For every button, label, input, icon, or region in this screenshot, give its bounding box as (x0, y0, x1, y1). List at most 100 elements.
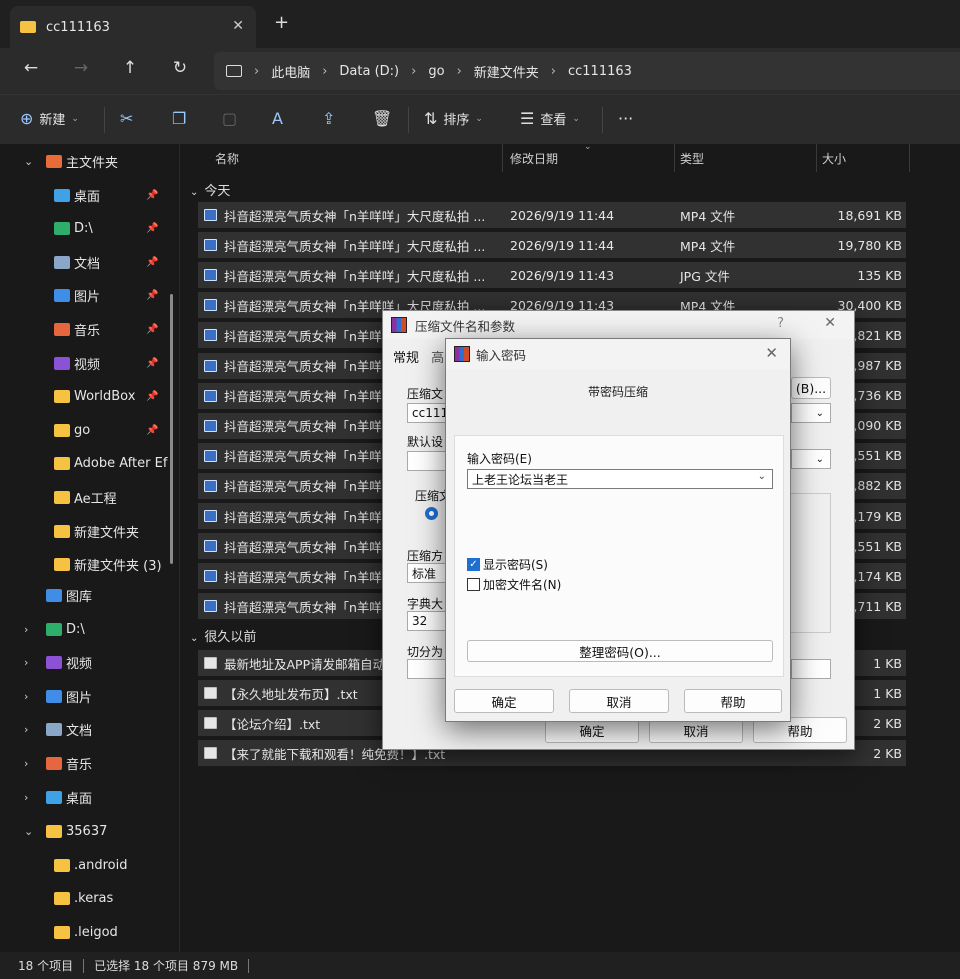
pin-icon[interactable]: 📌 (146, 358, 158, 369)
sidebar-tree-item[interactable]: › 视频 (0, 648, 175, 678)
sort-button[interactable]: ⇅ 排序 ⌄ (424, 109, 483, 128)
column-header-name[interactable]: 名称 (215, 144, 239, 172)
format-radio[interactable] (425, 507, 438, 520)
column-divider[interactable] (674, 144, 675, 172)
rename-button[interactable]: A (272, 109, 289, 128)
browse-button[interactable]: (B)... (791, 377, 831, 399)
chevron-right-icon[interactable]: › (457, 64, 462, 79)
paste-button[interactable]: ▢ (222, 109, 243, 128)
encrypt-filenames-checkbox[interactable]: 加密文件名(N) (467, 576, 561, 593)
sidebar-item[interactable]: 视频 📌 (0, 348, 175, 378)
sidebar-item[interactable]: 桌面 📌 (0, 180, 175, 210)
more-button[interactable]: ··· (618, 109, 633, 128)
sidebar-item[interactable]: WorldBox 📌 (0, 382, 175, 412)
sidebar-scrollbar[interactable] (170, 294, 173, 564)
new-tab-button[interactable]: + (274, 12, 289, 33)
column-divider[interactable] (909, 144, 910, 172)
breadcrumb-new-folder[interactable]: 新建文件夹 (474, 62, 539, 81)
breadcrumb-data-d[interactable]: Data (D:) (339, 64, 399, 79)
column-divider[interactable] (816, 144, 817, 172)
pin-icon[interactable]: 📌 (146, 223, 158, 234)
pin-icon[interactable]: 📌 (146, 257, 158, 268)
tab-advanced[interactable]: 高 (431, 351, 444, 366)
chevron-down-icon[interactable]: ⌄ (24, 825, 33, 838)
chevron-right-icon[interactable]: › (24, 656, 28, 669)
column-header-size[interactable]: 大小 (822, 144, 846, 172)
cut-button[interactable]: ✂ (120, 109, 139, 128)
pin-icon[interactable]: 📌 (146, 391, 158, 402)
sidebar-item-user-folder[interactable]: ⌄ 35637 (0, 816, 175, 846)
delete-button[interactable]: 🗑 (372, 109, 398, 128)
new-button[interactable]: ⊕ 新建 ⌄ (20, 109, 79, 128)
column-header-date[interactable]: 修改日期 (510, 144, 558, 172)
chevron-right-icon[interactable]: › (24, 791, 28, 804)
password-input[interactable]: 上老王论坛当老王 ⌄ (467, 469, 773, 489)
address-bar[interactable]: › 此电脑 › Data (D:) › go › 新建文件夹 › cc11116… (214, 52, 960, 90)
sidebar-tree-item[interactable]: › 文档 (0, 715, 175, 745)
file-row[interactable]: 抖音超漂亮气质女神「n羊咩咩」大尺度私拍 ... 2026/9/19 11:44 M… (198, 232, 906, 259)
breadcrumb-this-pc[interactable]: 此电脑 (271, 62, 310, 81)
tab-general[interactable]: 常规 (393, 351, 419, 366)
share-button[interactable]: ⇪ (322, 109, 341, 128)
sidebar-tree-item[interactable]: › 图片 (0, 681, 175, 711)
organize-passwords-button[interactable]: 整理密码(O)... (467, 640, 773, 662)
chevron-down-icon[interactable]: ⌄ (758, 471, 766, 482)
chevron-right-icon[interactable]: › (24, 690, 28, 703)
sidebar-item[interactable]: go 📌 (0, 415, 175, 445)
sidebar-item[interactable]: D:\ 📌 (0, 214, 175, 244)
close-icon[interactable]: ✕ (765, 344, 778, 362)
pin-icon[interactable]: 📌 (146, 425, 158, 436)
sidebar-item[interactable]: Adobe After Ef (0, 449, 175, 479)
pin-icon[interactable]: 📌 (146, 290, 158, 301)
sidebar-tree-item[interactable]: › 桌面 (0, 782, 175, 812)
chevron-right-icon[interactable]: › (322, 64, 327, 79)
up-icon[interactable]: ↑ (117, 58, 143, 78)
cancel-button[interactable]: 取消 (569, 689, 669, 713)
breadcrumb-go[interactable]: go (428, 64, 444, 79)
show-password-checkbox[interactable]: ✓ 显示密码(S) (467, 556, 548, 573)
sidebar-tree-item[interactable]: .leigod (0, 917, 175, 947)
chevron-right-icon[interactable]: › (24, 757, 28, 770)
pin-icon[interactable]: 📌 (146, 190, 158, 201)
sidebar-item[interactable]: Ae工程 (0, 482, 175, 512)
column-header-type[interactable]: 类型 (680, 144, 704, 172)
ok-button[interactable]: 确定 (454, 689, 554, 713)
forward-icon[interactable]: → (68, 58, 94, 78)
update-mode-dropdown[interactable]: ⌄ (791, 449, 831, 469)
help-button[interactable]: 帮助 (684, 689, 782, 713)
split-volumes-unit[interactable] (791, 659, 831, 679)
chevron-right-icon[interactable]: › (24, 623, 28, 636)
sidebar-item[interactable]: 文档 📌 (0, 247, 175, 277)
group-header-older[interactable]: ⌄ 很久以前 (190, 626, 256, 645)
copy-button[interactable]: ❐ (172, 109, 192, 128)
column-divider[interactable] (502, 144, 503, 172)
sidebar-item[interactable]: 新建文件夹 (3) (0, 550, 175, 580)
back-icon[interactable]: ← (18, 58, 44, 78)
close-tab-icon[interactable]: ✕ (232, 18, 244, 34)
group-header-today[interactable]: ⌄ 今天 (190, 180, 230, 199)
chevron-right-icon[interactable]: › (551, 64, 556, 79)
chevron-right-icon[interactable]: › (411, 64, 416, 79)
file-row[interactable]: 抖音超漂亮气质女神「n羊咩咩」大尺度私拍 ... 2026/9/19 11:44 M… (198, 202, 906, 228)
sidebar-tree-item[interactable]: › 音乐 (0, 748, 175, 778)
archive-name-dropdown[interactable]: ⌄ (791, 403, 831, 423)
breadcrumb-cc111163[interactable]: cc111163 (568, 64, 632, 79)
chevron-right-icon[interactable]: › (24, 723, 28, 736)
sidebar-tree-item[interactable]: .keras (0, 884, 175, 914)
sidebar-item[interactable]: 音乐 📌 (0, 314, 175, 344)
sidebar-item[interactable]: 图片 📌 (0, 281, 175, 311)
refresh-icon[interactable]: ↻ (167, 58, 193, 78)
file-row[interactable]: 抖音超漂亮气质女神「n羊咩咩」大尺度私拍 ... 2026/9/19 11:43 J… (198, 262, 906, 289)
sidebar-item-gallery[interactable]: 图库 (0, 580, 175, 610)
sidebar-tree-item[interactable]: › D:\ (0, 614, 175, 644)
chevron-down-icon[interactable]: ⌄ (24, 155, 33, 168)
sidebar-tree-item[interactable]: .android (0, 850, 175, 880)
sidebar-item-home[interactable]: ⌄ 主文件夹 (0, 146, 175, 176)
help-icon[interactable]: ? (777, 316, 784, 331)
tab-cc111163[interactable]: cc111163 ✕ (10, 6, 256, 48)
sidebar-item[interactable]: 新建文件夹 (0, 516, 175, 546)
view-button[interactable]: ☰ 查看 ⌄ (520, 109, 580, 128)
pin-icon[interactable]: 📌 (146, 324, 158, 335)
close-icon[interactable]: ✕ (824, 315, 836, 331)
chevron-right-icon[interactable]: › (254, 64, 259, 79)
